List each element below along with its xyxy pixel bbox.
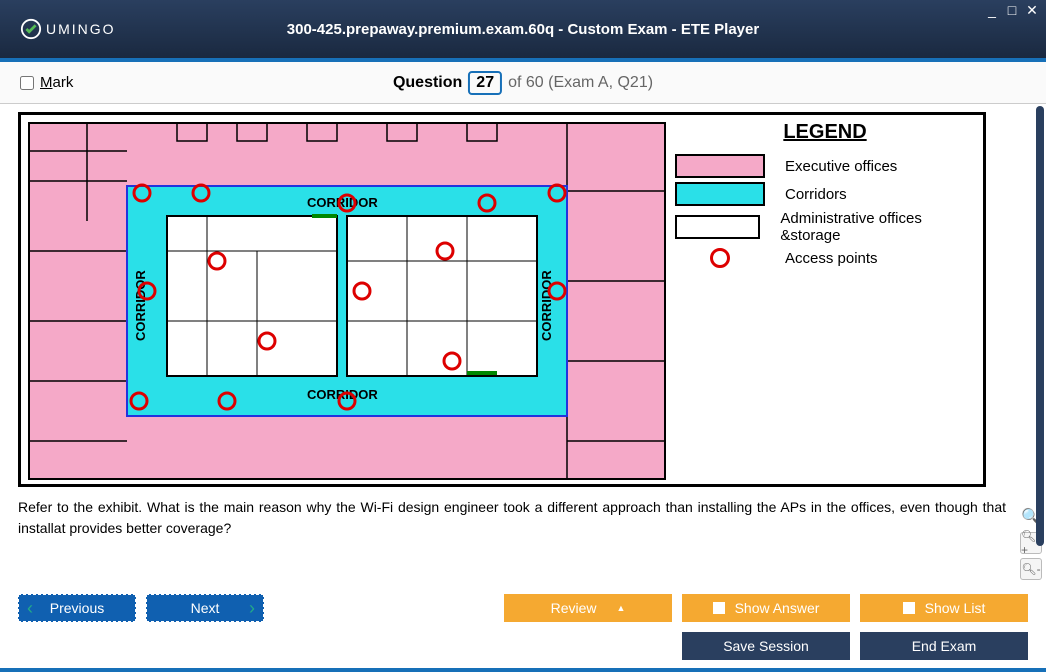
svg-text:CORRIDOR: CORRIDOR: [539, 270, 554, 341]
legend-label: Corridors: [785, 186, 847, 203]
legend-row: Executive offices: [675, 154, 975, 178]
next-button[interactable]: Next: [146, 594, 264, 622]
show-answer-label: Show Answer: [735, 600, 820, 616]
app-logo: UMINGO: [20, 18, 116, 40]
maximize-icon[interactable]: □: [1004, 2, 1020, 19]
save-session-button[interactable]: Save Session: [682, 632, 850, 660]
exhibit-image: CORRIDOR CORRIDOR CORRIDOR CORRIDOR: [18, 112, 986, 487]
end-exam-button[interactable]: End Exam: [860, 632, 1028, 660]
legend-title: LEGEND: [675, 121, 975, 144]
title-bar: UMINGO 300-425.prepaway.premium.exam.60q…: [0, 0, 1046, 58]
vertical-scrollbar[interactable]: [1036, 106, 1044, 546]
review-label: Review: [551, 600, 597, 616]
legend-ap-circle-icon: [710, 248, 730, 268]
minimize-icon[interactable]: _: [984, 2, 1000, 19]
end-exam-label: End Exam: [912, 638, 977, 654]
legend-swatch-white: [675, 215, 760, 239]
next-label: Next: [191, 600, 220, 616]
legend-row: Access points: [675, 248, 975, 268]
window-title: 300-425.prepaway.premium.exam.60q - Cust…: [287, 21, 759, 38]
question-number: 27: [468, 71, 502, 95]
save-session-label: Save Session: [723, 638, 809, 654]
legend-label: Executive offices: [785, 158, 897, 175]
nav-button-row: Previous Next Review Show Answer Show Li…: [0, 588, 1046, 628]
window-controls: _ □ ✕: [984, 2, 1040, 19]
legend-label: Administrative offices &storage: [780, 210, 975, 244]
legend-swatch-cyan: [675, 182, 765, 206]
floorplan-svg: CORRIDOR CORRIDOR CORRIDOR CORRIDOR: [27, 121, 667, 481]
logo-check-icon: [20, 18, 42, 40]
question-text: Refer to the exhibit. What is the main r…: [18, 497, 1006, 539]
legend: LEGEND Executive offices Corridors Admin…: [675, 121, 975, 272]
show-answer-button[interactable]: Show Answer: [682, 594, 850, 622]
question-label: Question: [393, 74, 462, 92]
mark-checkbox-input[interactable]: [20, 76, 34, 90]
close-icon[interactable]: ✕: [1024, 2, 1040, 19]
question-context: of 60 (Exam A, Q21): [508, 74, 653, 92]
show-list-button[interactable]: Show List: [860, 594, 1028, 622]
legend-label: Access points: [785, 250, 878, 267]
question-header: Mark Question 27 of 60 (Exam A, Q21): [0, 62, 1046, 104]
review-button[interactable]: Review: [504, 594, 672, 622]
question-indicator: Question 27 of 60 (Exam A, Q21): [393, 71, 653, 95]
bottom-accent: [0, 668, 1046, 672]
zoom-out-button[interactable]: 🔍︎-: [1020, 558, 1042, 580]
legend-row: Corridors: [675, 182, 975, 206]
show-list-label: Show List: [925, 600, 986, 616]
mark-label: Mark: [40, 74, 73, 91]
svg-text:CORRIDOR: CORRIDOR: [133, 270, 148, 341]
scroll-area: CORRIDOR CORRIDOR CORRIDOR CORRIDOR: [0, 104, 1016, 588]
session-button-row: Save Session End Exam: [0, 628, 1046, 668]
legend-row: Administrative offices &storage: [675, 210, 975, 244]
previous-label: Previous: [50, 600, 104, 616]
legend-swatch-pink: [675, 154, 765, 178]
logo-text: UMINGO: [46, 21, 116, 37]
mark-checkbox[interactable]: Mark: [20, 74, 73, 91]
previous-button[interactable]: Previous: [18, 594, 136, 622]
content-area: CORRIDOR CORRIDOR CORRIDOR CORRIDOR: [0, 104, 1046, 588]
